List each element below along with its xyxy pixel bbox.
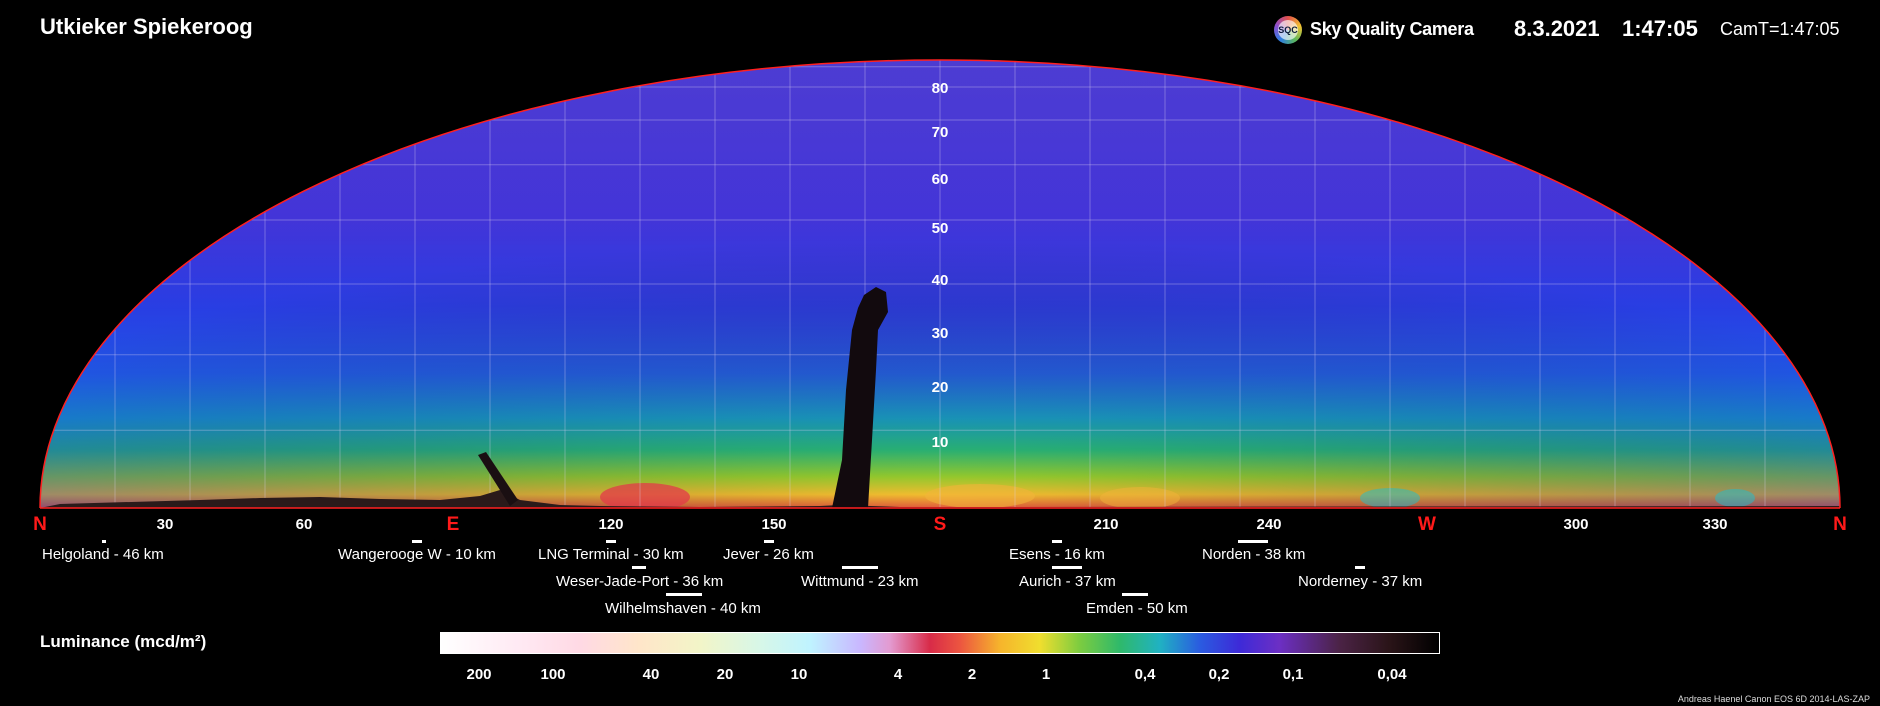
luminance-sky-map: 80 70 60 50 40 30 20 10 N 30 60 E 120 15… [33,59,1847,535]
azimuth-label: 330 [1702,516,1727,533]
altitude-label: 30 [932,325,949,342]
location-marker [1355,566,1365,569]
location-label: Emden - 50 km [1086,600,1188,617]
scale-label: 4 [893,666,903,683]
azimuth-label: 30 [157,516,174,533]
location-marker [1122,593,1148,596]
altitude-label: 10 [932,434,949,451]
scale-label: 0,04 [1377,666,1407,683]
altitude-label: 40 [932,272,949,289]
scale-label: 200 [466,666,492,683]
location-marker [606,540,616,543]
scale-label: 1 [1041,666,1051,683]
location-label: Aurich - 37 km [1019,573,1116,590]
location-marker [666,593,702,596]
altitude-label: 70 [932,124,949,141]
location-label: Wittmund - 23 km [801,573,919,590]
azimuth-label: 150 [761,516,786,533]
location-label: Norderney - 37 km [1298,573,1423,590]
altitude-label: 60 [932,171,949,188]
azimuth-label: 240 [1256,516,1281,533]
page-title: Utkieker Spiekeroog [40,14,253,39]
azimuth-label: 300 [1563,516,1588,533]
altitude-label: 50 [932,220,949,237]
cardinal-north-right: N [1833,514,1847,535]
location-label: LNG Terminal - 30 km [538,546,684,563]
scale-label: 10 [790,666,808,683]
location-label: Norden - 38 km [1202,546,1306,563]
location-label: Esens - 16 km [1009,546,1105,563]
brand-name: Sky Quality Camera [1310,19,1474,39]
cardinal-north-left: N [33,514,47,535]
cardinal-east: E [447,514,460,535]
location-marker [1052,540,1062,543]
altitude-label: 20 [932,379,949,396]
azimuth-label: 210 [1093,516,1118,533]
scale-label: 40 [642,666,660,683]
location-marker [842,566,878,569]
location-label: Weser-Jade-Port - 36 km [556,573,724,590]
location-marker [412,540,422,543]
azimuth-label: 60 [296,516,313,533]
luminance-legend-title: Luminance (mcd/m²) [40,632,207,651]
capture-date: 8.3.2021 [1514,16,1600,41]
azimuth-label: 120 [598,516,623,533]
image-credits: Andreas Haenel Canon EOS 6D 2014-LAS-ZAP [1677,694,1870,704]
capture-time: 1:47:05 [1622,16,1698,41]
cardinal-west: W [1418,514,1436,535]
logo-text: SQC [1278,20,1298,40]
scale-label: 100 [540,666,566,683]
location-marker [632,566,646,569]
location-label: Wangerooge W - 10 km [338,546,496,563]
location-marker [102,540,106,543]
cardinal-south: S [934,514,947,535]
location-marker [764,540,774,543]
location-label: Helgoland - 46 km [42,546,164,563]
location-label: Jever - 26 km [723,546,814,563]
scale-label: 2 [967,666,977,683]
location-label: Wilhelmshaven - 40 km [605,600,761,617]
altitude-label: 80 [932,80,949,97]
luminance-color-scale [440,632,1440,654]
location-marker [1238,540,1268,543]
sqc-logo: SQC [1274,16,1302,44]
camera-time: CamT=1:47:05 [1720,19,1840,39]
scale-label: 0,1 [1282,666,1304,683]
scale-label: 20 [716,666,734,683]
location-marker [1052,566,1082,569]
scale-label: 0,2 [1208,666,1230,683]
scale-label: 0,4 [1134,666,1156,683]
